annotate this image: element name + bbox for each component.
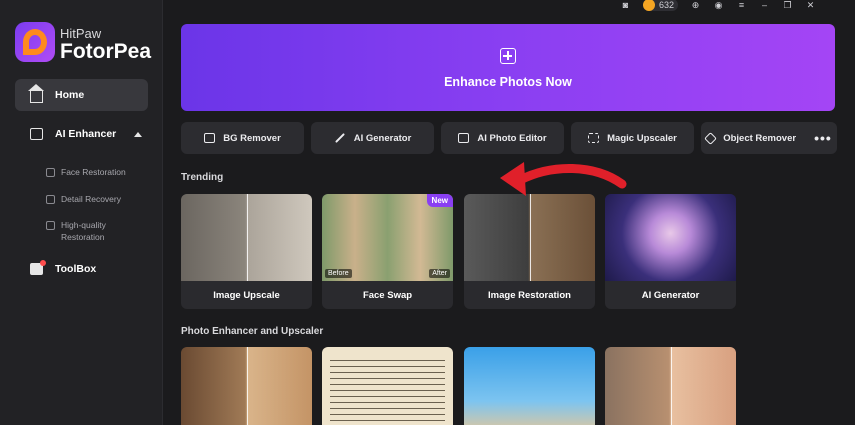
bg-remover-icon (204, 133, 216, 143)
detail-icon (46, 195, 55, 204)
more-icon[interactable]: ••• (814, 130, 832, 146)
enhance-photos-title: Enhance Photos Now (444, 75, 572, 89)
app-logo (15, 22, 55, 62)
toolbox-icon (30, 260, 46, 275)
card-label: Image Upscale (213, 289, 280, 301)
sidebar-item-ai-enhancer[interactable]: AI Enhancer (30, 128, 142, 140)
home-icon (28, 83, 44, 103)
section-title-photo-enhancer: Photo Enhancer and Upscaler (181, 326, 324, 337)
card-label: Face Swap (362, 289, 413, 301)
tool-label: AI Generator (353, 132, 412, 144)
photo-edit-icon (458, 133, 470, 143)
coin-balance[interactable]: 632 (643, 0, 679, 11)
enhancer-card-group-photo[interactable] (464, 347, 595, 425)
restoration-icon (46, 221, 55, 230)
after-tag: After (429, 269, 450, 278)
enhance-photos-banner[interactable]: Enhance Photos Now (181, 24, 835, 111)
brand-company: HitPaw (60, 26, 102, 41)
bg-remover-button[interactable]: BG Remover (181, 122, 304, 154)
red-arrow-annotation (500, 162, 627, 196)
object-remover-button[interactable]: Object Remover ••• (701, 122, 837, 154)
chevron-up-icon[interactable] (134, 131, 142, 137)
add-coins-icon[interactable]: ⊕ (690, 0, 701, 10)
add-icon (500, 48, 516, 64)
sidebar-subitem-face-restoration[interactable]: Face Restoration (46, 166, 141, 178)
magic-wand-icon (334, 133, 345, 143)
sidebar-item-label: AI Enhancer (55, 128, 117, 140)
face-swap-thumbnail: New Before After (322, 194, 453, 281)
menu-icon[interactable]: ≡ (736, 0, 747, 10)
minimize-icon[interactable]: – (759, 0, 770, 10)
tool-label: Object Remover (723, 132, 797, 144)
new-badge: New (426, 194, 453, 207)
trending-card-ai-generator[interactable]: AI Generator (605, 194, 736, 309)
trending-card-image-upscale[interactable]: Image Upscale (181, 194, 312, 309)
ai-generator-button[interactable]: AI Generator (311, 122, 434, 154)
enhancer-card-couple-photo[interactable] (605, 347, 736, 425)
trending-card-face-swap[interactable]: New Before After Face Swap (322, 194, 453, 309)
tool-label: AI Photo Editor (477, 132, 547, 144)
coin-count: 632 (659, 0, 675, 10)
sidebar-item-toolbox[interactable]: ToolBox (30, 260, 97, 275)
enhancer-card-document[interactable] (322, 347, 453, 425)
sidebar-item-home[interactable]: Home (15, 79, 148, 111)
sidebar-subitem-label: Face Restoration (61, 167, 126, 177)
card-label: AI Generator (641, 289, 700, 301)
tool-label: BG Remover (223, 132, 281, 144)
image-upscale-thumbnail (181, 194, 312, 281)
sidebar-subitem-detail-recovery[interactable]: Detail Recovery (46, 193, 141, 205)
title-bar: ◙ 632 ⊕ ◉ ≡ – ❐ ✕ (620, 0, 816, 11)
eraser-icon (704, 131, 718, 145)
upscale-icon (588, 133, 600, 143)
brand-name: FotorPea (60, 40, 152, 63)
enhancer-card-portrait[interactable] (181, 347, 312, 425)
trending-card-image-restoration[interactable]: Image Restoration (464, 194, 595, 309)
card-label: Image Restoration (488, 289, 571, 301)
sidebar: HitPaw FotorPea Home AI Enhancer Face Re… (0, 0, 163, 425)
restore-icon[interactable]: ❐ (782, 0, 793, 10)
sidebar-subitem-high-quality-restoration[interactable]: High-quality Restoration (46, 219, 121, 243)
tool-label: Magic Upscaler (607, 132, 677, 144)
user-icon[interactable]: ◉ (713, 0, 724, 10)
discord-icon[interactable]: ◙ (620, 0, 631, 10)
coin-icon (643, 0, 655, 11)
close-icon[interactable]: ✕ (805, 0, 816, 10)
face-icon (46, 168, 55, 177)
sidebar-item-label: ToolBox (55, 263, 97, 275)
before-tag: Before (325, 269, 352, 278)
sidebar-subitem-label: High-quality Restoration (61, 220, 106, 242)
section-title-trending: Trending (181, 172, 224, 183)
sidebar-item-label: Home (55, 89, 85, 101)
sidebar-subitem-label: Detail Recovery (61, 194, 121, 204)
image-icon (30, 128, 43, 140)
